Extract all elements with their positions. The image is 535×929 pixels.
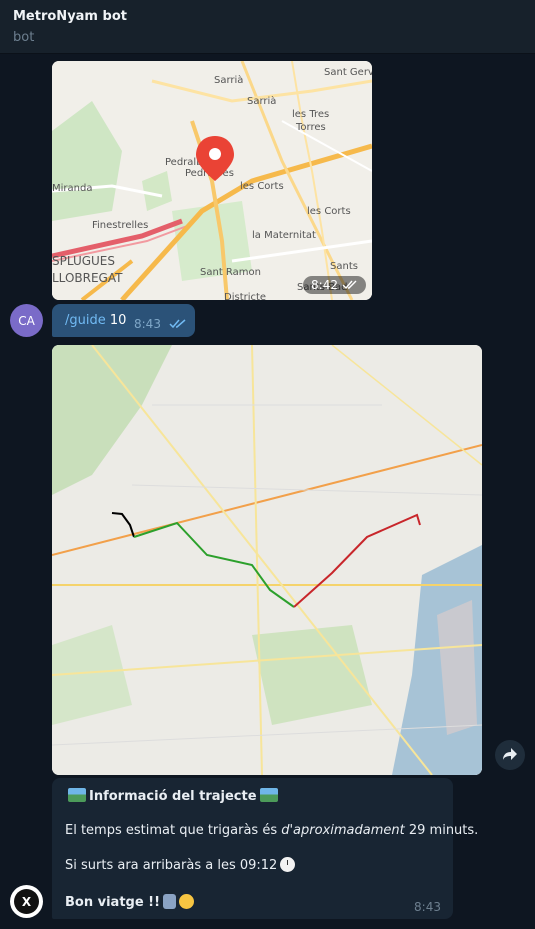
map-label: les Corts (240, 181, 284, 192)
map-label: Sarrià (214, 74, 243, 86)
map-label: Sant Gerv (324, 67, 372, 78)
message-time: 8:42 (303, 276, 366, 294)
map-label: les Corts (307, 206, 351, 217)
forward-button[interactable] (495, 740, 525, 770)
double-check-icon (169, 319, 187, 329)
map-label: Miranda (52, 183, 92, 194)
map-label: les Tres (292, 109, 329, 120)
arrival-time-text: Si surts ara arribaràs a les 09:12 (65, 857, 296, 873)
chat-title: MetroNyam bot (13, 9, 127, 24)
grin-emoji (179, 894, 195, 909)
message-time: 8:43 (414, 900, 441, 914)
forward-icon (502, 746, 518, 765)
user-avatar[interactable]: CA (10, 304, 43, 337)
incoming-message[interactable]: Informació del trajecte El temps estimat… (52, 778, 478, 919)
map-label: Sant Ramon (200, 267, 261, 278)
location-map-message[interactable]: Sarrià Sarrià Sant Gerv les Tres Torres … (52, 61, 372, 300)
map-label: Sarrià (247, 95, 276, 107)
farewell-text: Bon viatge !! (65, 894, 195, 910)
bot-avatar[interactable]: X (10, 885, 43, 918)
map-label: Torres (295, 122, 326, 133)
outgoing-message[interactable]: /guide 10 8:43 (52, 304, 195, 337)
route-map-message[interactable] (52, 345, 482, 775)
route-map (52, 345, 482, 775)
chat-subtitle: bot (13, 30, 35, 45)
chat-header[interactable]: MetroNyam bot bot (0, 0, 535, 54)
map-label: Sants (330, 261, 358, 272)
estimated-time-text: El temps estimat que trigaràs és d'aprox… (65, 823, 479, 838)
double-check-icon (342, 280, 358, 290)
clock-emoji (280, 857, 296, 872)
map-label: la Maternitat (252, 230, 316, 241)
map-emoji (68, 788, 86, 802)
map-label: LLOBREGAT (52, 271, 123, 285)
trip-info-title: Informació del trajecte (65, 788, 281, 804)
metro-emoji (163, 894, 177, 909)
map-label: Finestrelles (92, 220, 148, 231)
map-label: Districte (224, 292, 266, 300)
location-map: Sarrià Sarrià Sant Gerv les Tres Torres … (52, 61, 372, 300)
command-argument: 10 (109, 313, 127, 328)
message-time: 8:43 (134, 317, 161, 331)
map-label: SPLUGUES (52, 254, 115, 268)
map-emoji (259, 788, 278, 802)
bot-command-link[interactable]: /guide (65, 313, 106, 328)
